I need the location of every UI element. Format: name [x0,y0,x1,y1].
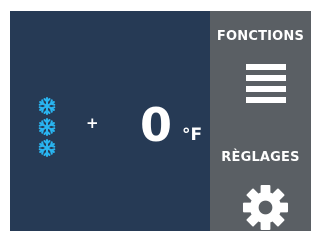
snowflake-icon [38,97,56,115]
temperature-value: 0 [140,98,173,152]
temperature-panel: + 0 °F [10,11,210,231]
sidebar: FONCTIONS RÈGLAGES [210,11,311,231]
snowflake-icon [38,139,56,157]
controller-screen: + 0 °F FONCTIONS RÈGLAGES [10,11,311,231]
gear-icon [242,184,289,231]
functions-label: FONCTIONS [216,29,305,44]
functions-button[interactable]: FONCTIONS [210,11,311,121]
settings-label: RÈGLAGES [221,150,300,165]
settings-button[interactable]: RÈGLAGES [210,121,311,231]
menu-icon [246,64,286,103]
freezer-mode-indicator [36,96,58,158]
temperature-unit: °F [182,125,203,145]
snowflake-icon [38,118,56,136]
temperature-sign: + [86,114,99,132]
